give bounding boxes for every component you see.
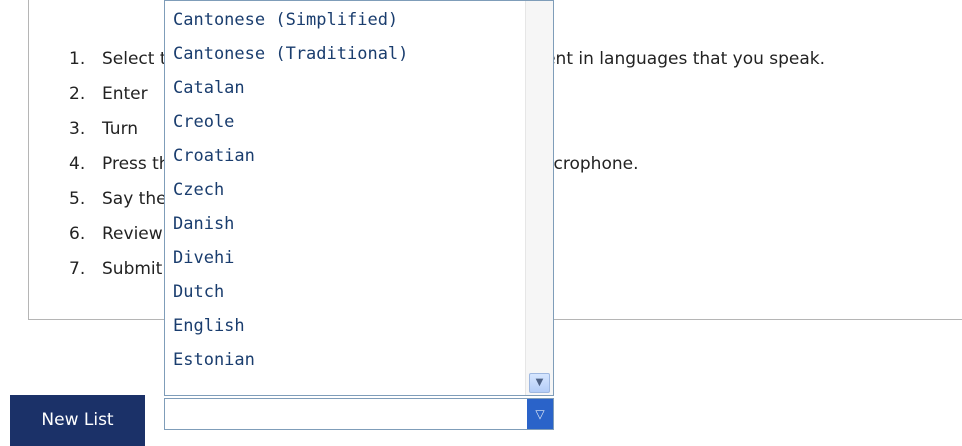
- step-number: 5.: [69, 189, 86, 209]
- step-number: 6.: [69, 224, 86, 244]
- language-option[interactable]: Cantonese (Traditional): [173, 37, 408, 71]
- chevron-down-icon[interactable]: ▼: [529, 373, 550, 393]
- step-text: Turn: [102, 119, 139, 139]
- dropdown-scrollbar[interactable]: ▼: [525, 1, 553, 395]
- language-option[interactable]: Danish: [173, 207, 234, 241]
- language-option[interactable]: Croatian: [173, 139, 255, 173]
- step-text: Enter: [102, 84, 148, 104]
- language-option[interactable]: Divehi: [173, 241, 234, 275]
- language-option[interactable]: Catalan: [173, 71, 245, 105]
- step-number: 3.: [69, 119, 86, 139]
- language-option[interactable]: Creole: [173, 105, 234, 139]
- language-select[interactable]: ▽: [164, 398, 554, 430]
- step-number: 4.: [69, 154, 86, 174]
- language-dropdown-list[interactable]: Cantonese (Simplified) Cantonese (Tradit…: [164, 0, 554, 396]
- language-option[interactable]: Dutch: [173, 275, 224, 309]
- triangle-down-icon[interactable]: ▽: [527, 399, 553, 429]
- new-list-button[interactable]: New List: [10, 395, 145, 446]
- step-number: 1.: [69, 49, 86, 69]
- language-option[interactable]: English: [173, 309, 245, 343]
- step-number: 2.: [69, 84, 86, 104]
- step-text: Review: [102, 224, 163, 244]
- language-option[interactable]: Cantonese (Simplified): [173, 3, 398, 37]
- step-text: Submit: [102, 259, 163, 279]
- step-number: 7.: [69, 259, 86, 279]
- language-option[interactable]: Estonian: [173, 343, 255, 377]
- language-option[interactable]: Czech: [173, 173, 224, 207]
